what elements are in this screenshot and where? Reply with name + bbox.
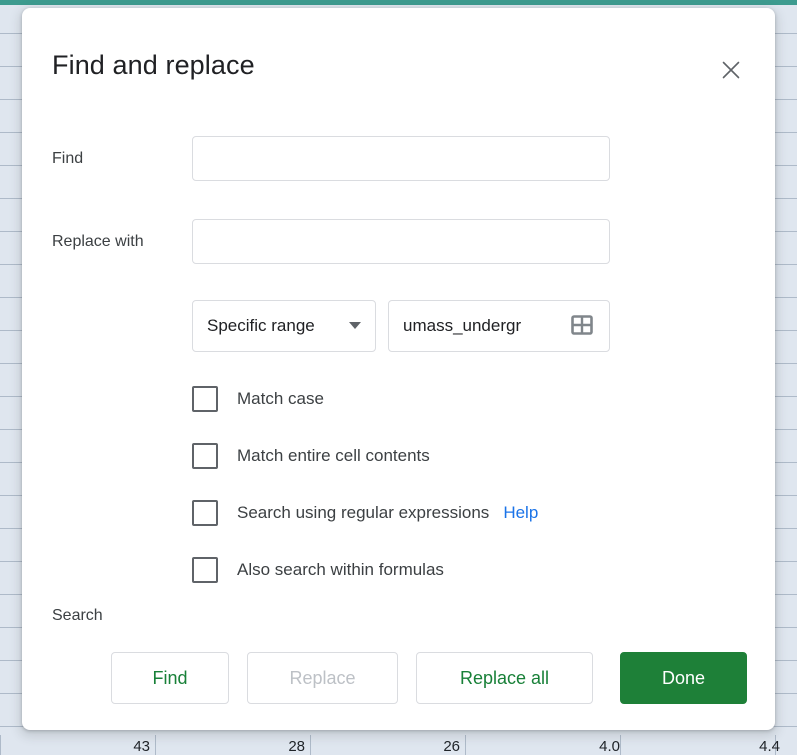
grid-column-line [155,735,156,755]
sheet-cell-value: 4.4 [690,738,780,755]
dialog-footer: Find Replace Replace all Done [22,652,775,710]
match-entire-cell-checkbox[interactable] [192,443,218,469]
close-button[interactable] [711,50,751,90]
done-button[interactable]: Done [620,652,747,704]
option-label: Also search within formulas [237,560,444,580]
range-picker-button[interactable] [567,311,597,341]
search-range-field[interactable] [388,300,610,352]
page-title: Find and replace [52,50,255,81]
option-label: Match case [237,389,324,409]
grid-select-icon [570,313,594,340]
grid-column-line [310,735,311,755]
search-formulas-checkbox[interactable] [192,557,218,583]
chevron-down-icon [349,317,361,335]
sheet-cell-value: 43 [60,738,150,755]
grid-column-line [0,735,1,755]
search-range-input[interactable] [403,316,561,336]
search-label: Search [52,607,103,625]
option-label: Match entire cell contents [237,446,430,466]
match-case-checkbox[interactable] [192,386,218,412]
find-row: Find [22,136,775,181]
replace-row: Replace with [22,219,775,264]
replace-with-input[interactable] [192,219,610,264]
regex-checkbox[interactable] [192,500,218,526]
sheet-cell-value: 26 [370,738,460,755]
sheet-cell-value: 4.0 [530,738,620,755]
option-match-case[interactable]: Match case [192,386,324,412]
replace-button: Replace [247,652,398,704]
search-row: Search Specific range [22,300,775,352]
find-and-replace-dialog: Find and replace Find Replace with Searc… [22,8,775,730]
option-label: Search using regular expressions [237,503,489,523]
sheet-cell-value: 28 [215,738,305,755]
dialog-header: Find and replace [22,8,775,112]
option-match-entire-cell[interactable]: Match entire cell contents [192,443,430,469]
close-icon [721,60,741,80]
grid-column-line [465,735,466,755]
regex-help-link[interactable]: Help [503,503,538,523]
replace-label: Replace with [52,233,144,251]
option-regex[interactable]: Search using regular expressions Help [192,500,538,526]
search-scope-value: Specific range [207,316,341,336]
option-search-formulas[interactable]: Also search within formulas [192,557,444,583]
search-scope-dropdown[interactable]: Specific range [192,300,376,352]
find-input[interactable] [192,136,610,181]
find-button[interactable]: Find [111,652,229,704]
find-label: Find [52,150,83,168]
grid-column-line [620,735,621,755]
replace-all-button[interactable]: Replace all [416,652,593,704]
